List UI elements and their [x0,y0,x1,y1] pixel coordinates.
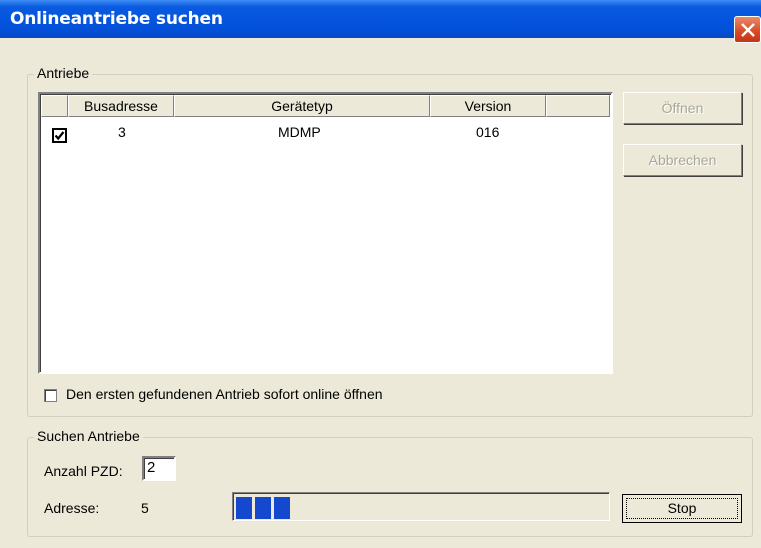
open-button-label: Öffnen [661,100,704,116]
search-progress-bar [232,492,610,521]
column-header-busadresse[interactable]: Busadresse [68,95,174,117]
title-bar[interactable]: Onlineantriebe suchen [0,0,761,43]
search-drives-group-label: Suchen Antriebe [34,428,143,444]
stop-button[interactable]: Stop [622,494,742,523]
stop-button-label: Stop [667,500,697,516]
row-checkbox[interactable] [52,128,67,143]
column-header-check[interactable] [41,95,68,117]
column-header-geraetetyp[interactable]: Gerätetyp [174,95,430,117]
open-button[interactable]: Öffnen [623,92,742,124]
cell-geraetetyp: MDMP [278,124,321,140]
window-title: Onlineantriebe suchen [10,9,223,29]
column-header-version[interactable]: Version [430,95,546,117]
cancel-button[interactable]: Abbrechen [623,144,742,176]
cell-busadresse: 3 [118,124,126,140]
pzd-count-input[interactable]: 2 [142,456,176,481]
progress-block [255,497,271,519]
cancel-button-label: Abbrechen [648,152,717,168]
drives-list[interactable]: Busadresse Gerätetyp Version 3 MDMP 016 [38,92,613,374]
checkmark-icon [54,131,65,141]
progress-block [236,497,252,519]
progress-block [274,497,290,519]
open-first-drive-checkbox[interactable] [44,389,57,402]
address-label: Adresse: [44,500,100,516]
address-value: 5 [141,500,149,516]
cell-version: 016 [476,124,500,140]
column-header-empty [546,95,610,117]
close-icon [741,23,755,37]
pzd-count-label: Anzahl PZD: [44,463,123,479]
close-button[interactable] [734,16,761,43]
antriebe-group-label: Antriebe [34,65,93,81]
open-first-drive-label: Den ersten gefundenen Antrieb sofort onl… [66,386,383,402]
